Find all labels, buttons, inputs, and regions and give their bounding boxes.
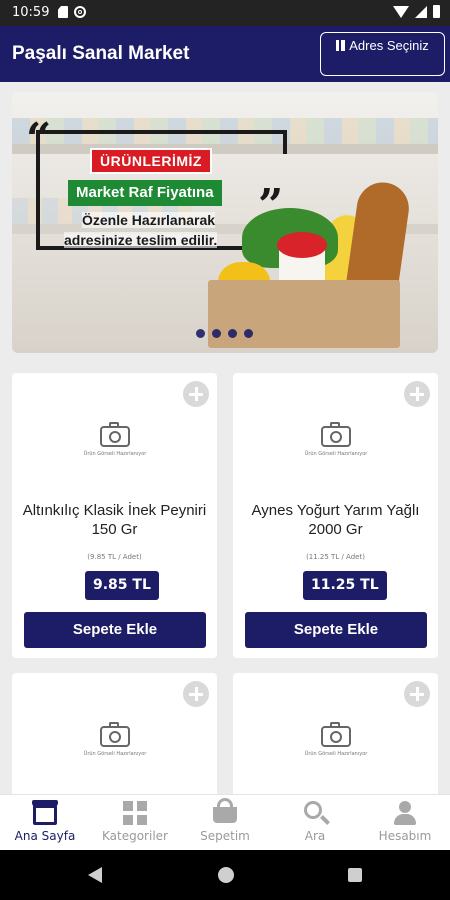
wifi-icon [393,5,409,18]
store-icon [32,800,58,825]
status-bar: 10:59 [0,0,450,26]
unit-price: (9.85 TL / Adet) [87,553,142,561]
select-address-button[interactable]: Adres Seçiniz [320,32,445,76]
nav-label: Kategoriler [102,829,168,843]
no-image-text: Ürün Görseli Hazırlanıyor [304,751,368,757]
app-title: Paşalı Sanal Market [12,43,190,64]
nav-home[interactable]: Ana Sayfa [0,795,90,851]
bottom-navigation: Ana Sayfa Kategoriler Sepetim Ara Hesabı… [0,794,450,851]
product-card[interactable]: Ürün Görseli Hazırlanıyor [233,673,438,813]
data-saver-icon [74,6,86,18]
camera-icon [100,422,130,447]
nav-label: Ara [304,829,326,843]
user-icon [393,801,417,825]
map-icon [336,40,346,51]
camera-icon [321,722,351,747]
add-circle-icon[interactable] [183,381,209,407]
product-card[interactable]: Ürün Görseli Hazırlanıyor Altınkılıç Kla… [12,373,217,658]
search-icon [304,801,322,819]
nav-categories[interactable]: Kategoriler [90,795,180,851]
add-to-cart-button[interactable]: Sepete Ekle [24,612,206,648]
no-image-text: Ürün Görseli Hazırlanıyor [304,451,368,457]
banner-line-1: Özenle Hazırlanarak [82,212,216,228]
no-image-text: Ürün Görseli Hazırlanıyor [83,451,147,457]
add-circle-icon[interactable] [404,381,430,407]
camera-icon [100,722,130,747]
carousel-dots [196,329,253,338]
add-circle-icon[interactable] [183,681,209,707]
quote-open-icon: “ [26,114,52,165]
product-name: Aynes Yoğurt Yarım Yağlı 2000 Gr [251,502,420,538]
select-address-label: Adres Seçiniz [349,38,429,53]
nav-cart[interactable]: Sepetim [180,795,270,851]
nav-label: Sepetim [200,829,250,843]
add-circle-icon[interactable] [404,681,430,707]
price-badge: 9.85 TL [85,571,159,600]
carousel-dot[interactable] [196,329,205,338]
product-card[interactable]: Ürün Görseli Hazırlanıyor [12,673,217,813]
product-card[interactable]: Ürün Görseli Hazırlanıyor Aynes Yoğurt Y… [233,373,438,658]
home-icon[interactable] [218,867,234,883]
add-to-cart-button[interactable]: Sepete Ekle [245,612,427,648]
nav-account[interactable]: Hesabım [360,795,450,851]
nav-label: Hesabım [378,829,432,843]
status-time: 10:59 [12,5,50,20]
signal-icon [415,5,427,18]
sd-card-icon [58,6,68,18]
promo-banner[interactable]: “ ” ÜRÜNLERİMİZ Market Raf Fiyatına Özen… [12,92,438,353]
carousel-dot[interactable] [228,329,237,338]
carousel-dot[interactable] [244,329,253,338]
basket-icon [213,798,237,823]
price-badge: 11.25 TL [303,571,387,600]
banner-line-2: adresinize teslim edilir. [64,232,218,248]
nav-label: Ana Sayfa [14,829,76,843]
unit-price: (11.25 TL / Adet) [306,553,365,561]
battery-icon [433,5,440,18]
grid-icon [123,801,147,825]
recent-apps-icon[interactable] [348,868,362,882]
back-icon[interactable] [88,867,102,883]
app-header: Paşalı Sanal Market Adres Seçiniz [0,26,450,82]
system-navigation-bar [0,850,450,900]
banner-tag-market-price: Market Raf Fiyatına [68,180,222,206]
no-image-text: Ürün Görseli Hazırlanıyor [83,751,147,757]
banner-tag-products: ÜRÜNLERİMİZ [90,148,212,174]
product-name: Altınkılıç Klasik İnek Peyniri 150 Gr [22,502,207,538]
carousel-dot[interactable] [212,329,221,338]
nav-search[interactable]: Ara [270,795,360,851]
camera-icon [321,422,351,447]
